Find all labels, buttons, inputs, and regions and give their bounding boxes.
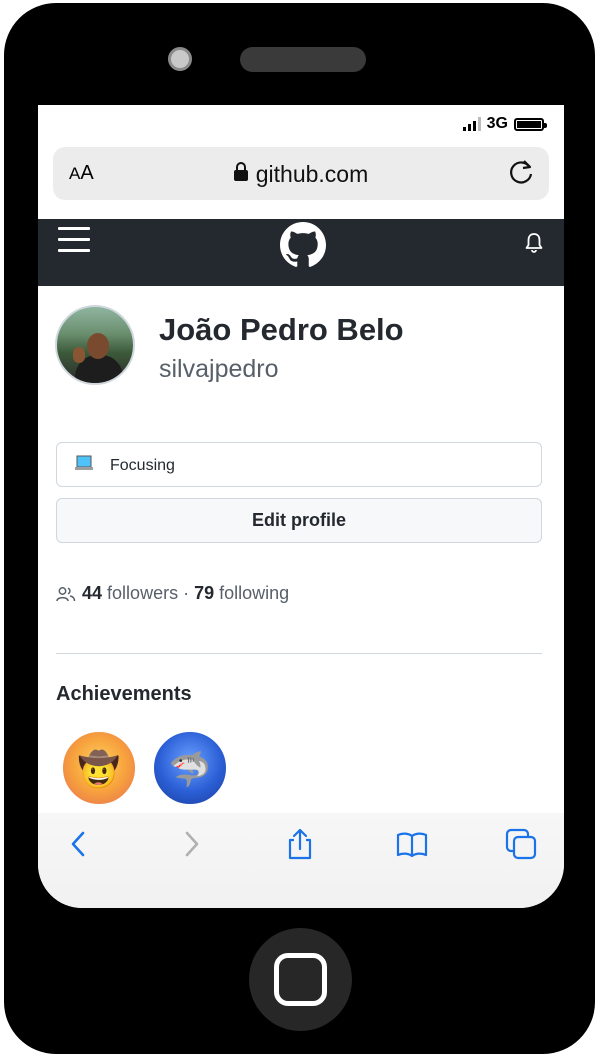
avatar[interactable] (55, 305, 135, 385)
lock-icon (233, 162, 248, 181)
status-indicators: 3G (462, 115, 547, 133)
status-text: Focusing (110, 457, 175, 474)
url-text: github.com (255, 161, 369, 187)
battery-icon (514, 117, 547, 131)
home-button[interactable] (249, 928, 352, 1031)
camera-icon (168, 47, 192, 71)
followers-link[interactable]: 44 followers (82, 583, 178, 604)
section-divider (56, 653, 542, 654)
signal-icon (462, 117, 481, 131)
address-bar[interactable]: AA github.com (53, 147, 549, 200)
profile-login: silvajpedro (159, 355, 279, 383)
browser-toolbar (38, 813, 564, 908)
user-status[interactable]: Focusing (56, 442, 542, 487)
speaker-grille (240, 47, 366, 72)
bell-icon[interactable] (524, 232, 544, 254)
url-display[interactable]: github.com (53, 161, 549, 188)
tabs-icon[interactable] (504, 827, 538, 861)
github-logo-icon[interactable] (280, 222, 326, 268)
follow-stats: 44 followers · 79 following (56, 583, 289, 604)
status-bar: 3G (38, 105, 564, 143)
github-header (38, 219, 564, 286)
follow-separator: · (183, 583, 190, 603)
achievements-title: Achievements (56, 683, 192, 705)
following-link[interactable]: 79 following (194, 583, 289, 604)
back-icon[interactable] (62, 827, 96, 861)
bookmarks-icon[interactable] (395, 827, 429, 861)
profile-name: João Pedro Belo (159, 312, 404, 347)
achievement-badge-shark[interactable]: 🦈 (151, 729, 229, 807)
forward-icon[interactable] (174, 827, 208, 861)
edit-profile-button[interactable]: Edit profile (56, 498, 542, 543)
hamburger-icon[interactable] (58, 227, 90, 255)
network-type: 3G (486, 115, 508, 132)
achievement-badge-cowboy[interactable]: 🤠 (60, 729, 138, 807)
reload-icon[interactable] (505, 157, 537, 189)
home-square-icon (274, 953, 327, 1006)
people-icon (56, 586, 76, 601)
phone-screen: 3G AA github.com João Pedro Belo silvajp… (38, 105, 564, 908)
laptop-icon (75, 455, 93, 470)
share-icon[interactable] (283, 827, 317, 861)
